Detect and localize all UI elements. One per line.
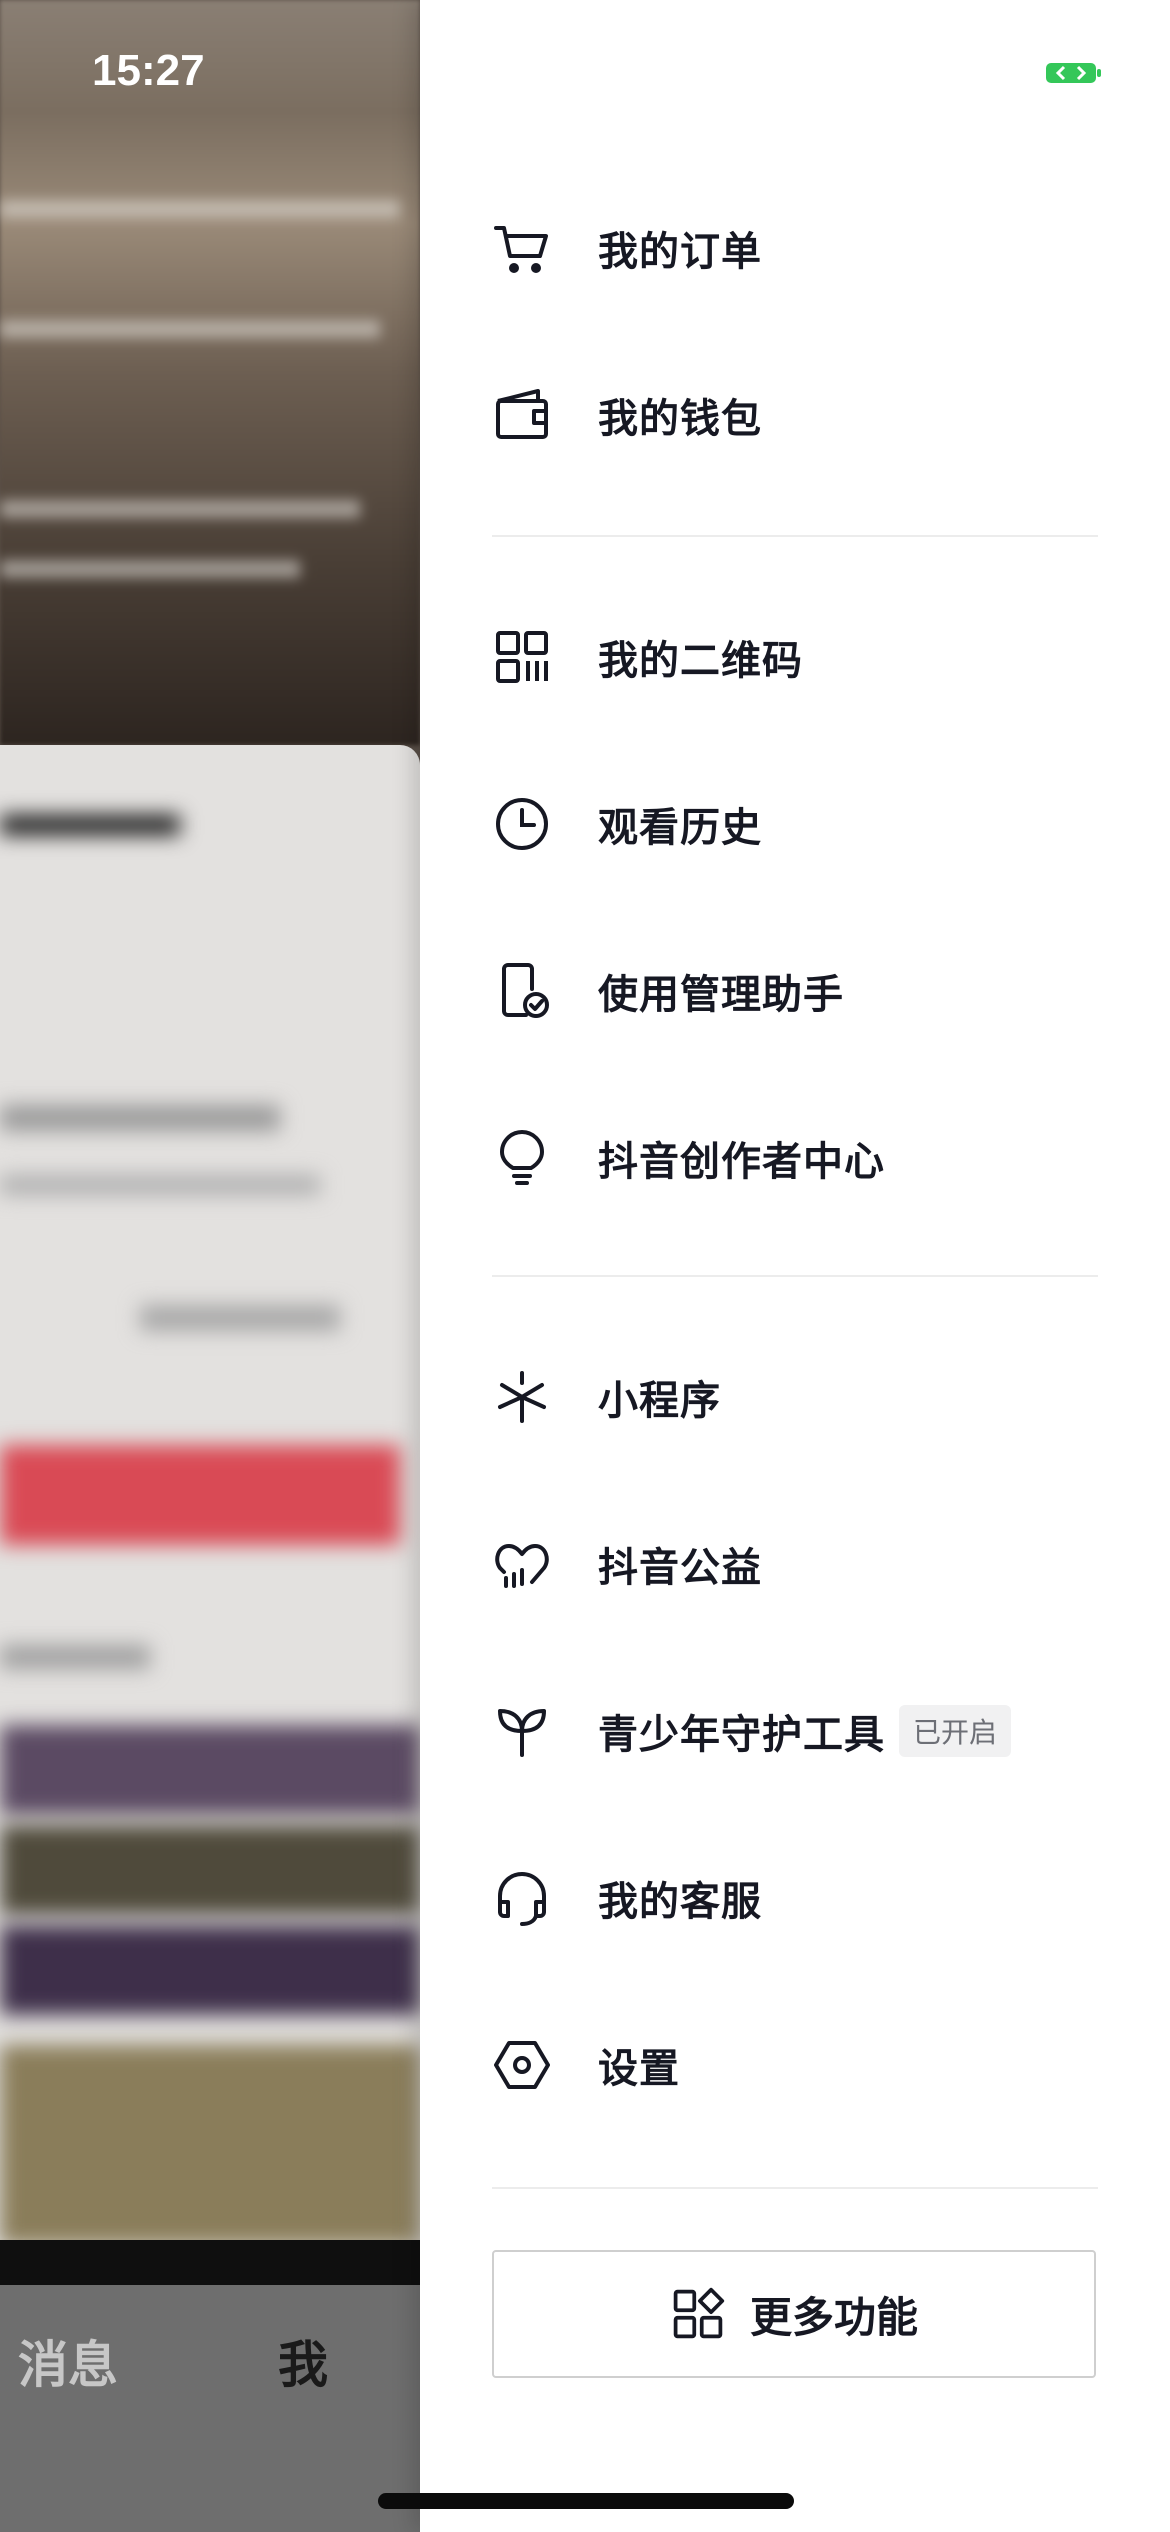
- menu-label-charity: 抖音公益: [598, 1545, 762, 1591]
- menu-item-charity[interactable]: 抖音公益: [492, 1504, 1112, 1624]
- menu-item-qrcode[interactable]: 我的二维码: [492, 597, 1112, 717]
- divider: [492, 1275, 1098, 1277]
- wallet-icon: [492, 385, 552, 445]
- qrcode-icon: [492, 627, 552, 687]
- menu-label-usage-assistant: 使用管理助手: [598, 972, 844, 1018]
- menu-label-creator-center: 抖音创作者中心: [598, 1139, 885, 1185]
- menu-item-history[interactable]: 观看历史: [492, 764, 1112, 884]
- background-card: [0, 745, 420, 2285]
- menu-label-wallet: 我的钱包: [598, 396, 762, 442]
- tab-me[interactable]: 我: [278, 2325, 328, 2397]
- menu-label-history: 观看历史: [598, 805, 762, 851]
- clock-icon: [492, 794, 552, 854]
- menu-label-qrcode: 我的二维码: [598, 638, 803, 684]
- menu-label-settings: 设置: [598, 2046, 680, 2092]
- headset-icon: [492, 1868, 552, 1928]
- menu-item-usage-assistant[interactable]: 使用管理助手: [492, 931, 1112, 1051]
- menu-label-youth-protection: 青少年守护工具: [598, 1712, 885, 1758]
- background-tab-bar: 消息 我: [0, 2285, 420, 2532]
- settings-hexagon-icon: [492, 2035, 552, 2095]
- sprout-icon: [492, 1701, 552, 1761]
- menu-item-wallet[interactable]: 我的钱包: [492, 355, 1112, 475]
- side-drawer: 我的订单 我的钱包 我的二维码 观看历史 使用管理助手 抖音创作者中心 小程序 …: [420, 0, 1170, 2532]
- menu-label-orders: 我的订单: [598, 229, 762, 275]
- phone-check-icon: [492, 961, 552, 1021]
- menu-label-customer-service: 我的客服: [598, 1879, 762, 1925]
- menu-item-customer-service[interactable]: 我的客服: [492, 1838, 1112, 1958]
- menu-item-mini-programs[interactable]: 小程序: [492, 1337, 1112, 1457]
- more-features-label: 更多功能: [749, 2292, 918, 2342]
- battery-icon: [1046, 63, 1101, 83]
- menu-item-orders[interactable]: 我的订单: [492, 188, 1112, 308]
- menu-item-creator-center[interactable]: 抖音创作者中心: [492, 1098, 1112, 1218]
- divider: [492, 2187, 1098, 2189]
- cart-icon: [492, 218, 552, 278]
- mini-program-icon: [492, 1367, 552, 1427]
- home-indicator[interactable]: [378, 2493, 794, 2509]
- tab-messages[interactable]: 消息: [18, 2325, 118, 2397]
- lightbulb-icon: [492, 1128, 552, 1188]
- status-time: 15:27: [92, 46, 205, 95]
- menu-label-mini-programs: 小程序: [598, 1378, 721, 1424]
- heart-charity-icon: [492, 1534, 552, 1594]
- divider: [492, 535, 1098, 537]
- background-profile-page: 消息 我 15:27: [0, 0, 420, 2532]
- grid-icon: [670, 2286, 726, 2342]
- menu-item-youth-protection[interactable]: 青少年守护工具 已开启: [492, 1671, 1112, 1791]
- background-photo: [0, 0, 420, 745]
- more-features-button[interactable]: 更多功能: [492, 2250, 1096, 2378]
- menu-item-settings[interactable]: 设置: [492, 2005, 1112, 2125]
- status-badge: 已开启: [899, 1705, 1012, 1757]
- background-dark-strip: [0, 2240, 420, 2285]
